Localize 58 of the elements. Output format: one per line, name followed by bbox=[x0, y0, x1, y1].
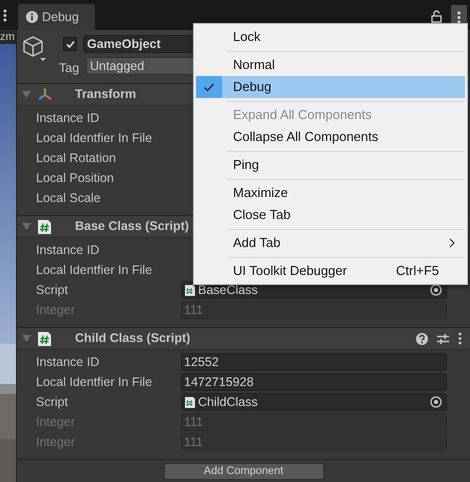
script-icon bbox=[37, 218, 53, 234]
shortcut-label: Ctrl+F5 bbox=[396, 262, 439, 280]
value-field: 111 bbox=[181, 301, 447, 319]
info-icon bbox=[26, 11, 38, 23]
field-label: Script bbox=[35, 394, 69, 411]
tag-label: Tag bbox=[59, 60, 80, 77]
menu-item[interactable]: Debug bbox=[196, 76, 465, 98]
axes-icon bbox=[37, 86, 53, 102]
add-component-button[interactable]: Add Component bbox=[164, 463, 324, 480]
field-label: Local Identfier In File bbox=[35, 374, 154, 391]
field-label: Instance ID bbox=[35, 242, 100, 259]
field-label: Local Identfier In File bbox=[35, 130, 154, 147]
object-field[interactable]: ChildClass bbox=[181, 393, 447, 411]
menu-item[interactable]: Maximize bbox=[196, 182, 465, 204]
field-label: Local Rotation bbox=[35, 150, 117, 167]
inspector-tab[interactable]: Debug bbox=[18, 4, 95, 30]
field-label: Local Identfier In File bbox=[35, 262, 154, 279]
menu-item[interactable]: Normal bbox=[196, 54, 465, 76]
field-label: Script bbox=[35, 282, 69, 299]
component-title: Child Class (Script) bbox=[75, 330, 190, 348]
menu-item[interactable]: Add Tab bbox=[196, 232, 465, 254]
menu-item[interactable]: UI Toolkit Debugger Ctrl+F5 bbox=[196, 260, 465, 282]
sliders-icon[interactable] bbox=[437, 332, 449, 344]
field-label: Instance ID bbox=[35, 110, 100, 127]
component-header[interactable]: Child Class (Script) bbox=[17, 328, 470, 350]
component-title: Transform bbox=[75, 86, 136, 104]
object-name: BaseClass bbox=[198, 282, 259, 299]
more-icon[interactable] bbox=[3, 9, 7, 22]
lock-icon[interactable] bbox=[431, 10, 442, 23]
script-icon bbox=[184, 396, 196, 408]
target-icon[interactable] bbox=[430, 396, 442, 408]
menu-item[interactable]: Ping bbox=[196, 154, 465, 176]
cube-icon[interactable] bbox=[22, 35, 48, 63]
check-icon bbox=[203, 82, 215, 92]
field-label: Local Scale bbox=[35, 190, 102, 207]
field-label: Instance ID bbox=[35, 354, 100, 371]
field-label: Integer bbox=[35, 414, 76, 431]
object-name: ChildClass bbox=[198, 394, 259, 411]
active-checkbox[interactable] bbox=[63, 37, 77, 51]
field-label: Integer bbox=[35, 302, 76, 319]
script-icon bbox=[184, 284, 196, 296]
menu-item[interactable]: Close Tab bbox=[196, 204, 465, 226]
toolbar-label: zm bbox=[0, 32, 15, 42]
field-label: Integer bbox=[35, 434, 76, 451]
help-icon[interactable] bbox=[416, 332, 428, 344]
more-icon bbox=[457, 10, 461, 24]
field-label: Local Position bbox=[35, 170, 115, 187]
value-field[interactable]: 12552 bbox=[181, 353, 447, 371]
script-icon bbox=[37, 330, 53, 346]
more-icon[interactable] bbox=[458, 332, 462, 345]
menu-item[interactable]: Lock bbox=[196, 26, 465, 48]
target-icon[interactable] bbox=[430, 284, 442, 296]
menu-item[interactable]: Collapse All Components bbox=[196, 126, 465, 148]
value-field[interactable]: 1472715928 bbox=[181, 373, 447, 391]
component-title: Base Class (Script) bbox=[75, 218, 189, 236]
value-field: 111 bbox=[181, 433, 447, 451]
value-field: 111 bbox=[181, 413, 447, 431]
check-icon bbox=[64, 39, 76, 49]
